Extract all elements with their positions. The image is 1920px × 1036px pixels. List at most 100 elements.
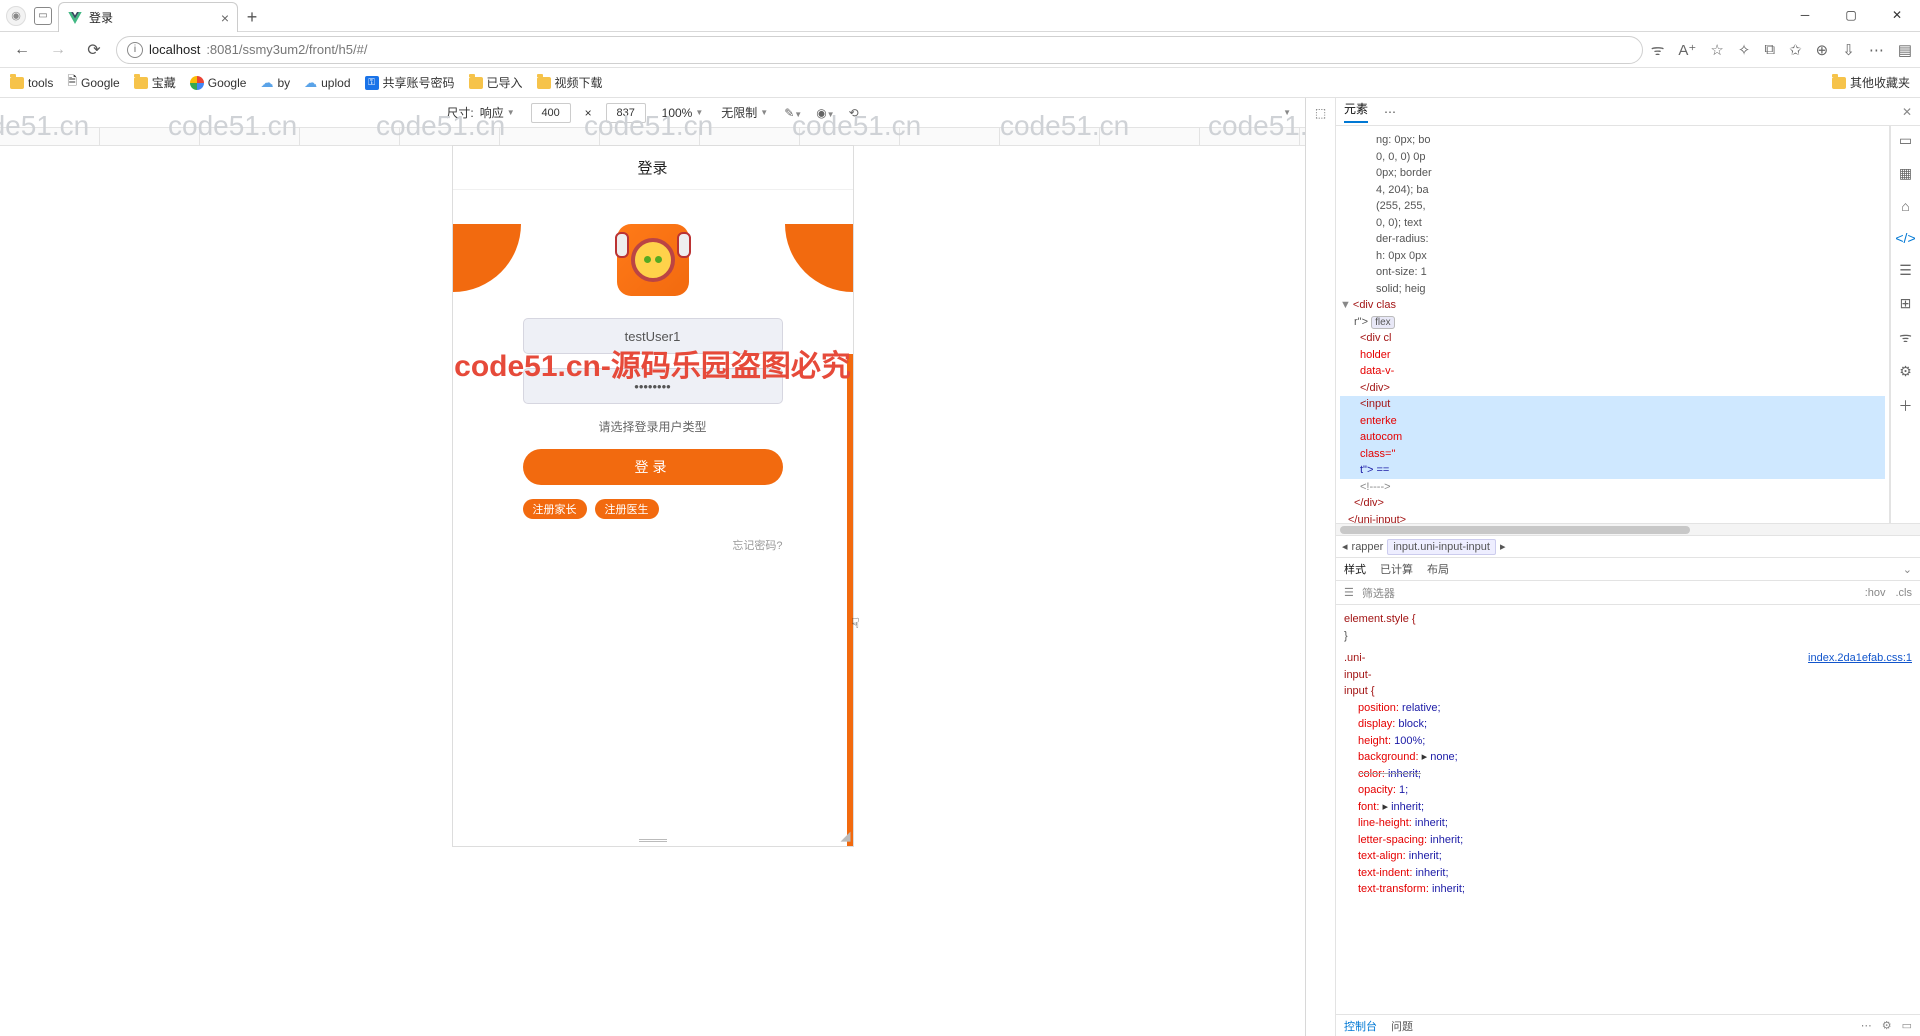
bookmark-upload[interactable]: ☁uplod (304, 75, 350, 91)
styles-pane[interactable]: element.style { } index.2da1efab.css:1 .… (1336, 605, 1920, 1014)
tab-styles[interactable]: 样式 (1344, 561, 1366, 577)
close-tab-icon[interactable]: × (221, 10, 229, 26)
cloud-icon: ☁ (260, 75, 273, 91)
devtools-more-icon[interactable]: ⋯ (1384, 105, 1396, 119)
bookmark-other[interactable]: 其他收藏夹 (1832, 74, 1910, 91)
tab-computed[interactable]: 已计算 (1380, 561, 1413, 577)
width-input[interactable] (531, 103, 571, 123)
devtools-close-icon[interactable]: ✕ (1902, 105, 1912, 119)
responsive-select[interactable]: 响应▼ (478, 104, 517, 121)
throttle-select[interactable]: 无限制▼ (719, 104, 770, 121)
password-input[interactable]: •••••••• (523, 368, 783, 404)
url-input[interactable]: i localhost:8081/ssmy3um2/front/h5/#/ (116, 36, 1643, 64)
rotate-icon[interactable]: ⟲ (849, 106, 859, 120)
inspect-icon[interactable]: ⬚ (1312, 104, 1330, 122)
back-button[interactable]: ← (8, 36, 36, 64)
maximize-button[interactable]: ▢ (1828, 0, 1874, 31)
app-logo (617, 224, 689, 296)
devtools-tabs: 元素 ⋯ ✕ (1336, 98, 1920, 126)
address-bar: ← → ⟳ i localhost:8081/ssmy3um2/front/h5… (0, 32, 1920, 68)
wifi-icon[interactable]: ᯤ (1899, 328, 1912, 347)
toolbar-more-icon[interactable]: ▼ (1283, 108, 1291, 117)
layers-icon[interactable]: ▦ (1899, 165, 1912, 182)
add-tool-icon[interactable]: ＋ (1899, 396, 1913, 416)
tab-elements[interactable]: 元素 (1344, 100, 1368, 123)
device-resize-corner[interactable]: ◢ (841, 828, 851, 844)
tab-title: 登录 (89, 9, 113, 26)
console-settings-icon[interactable]: ⚙ (1882, 1019, 1892, 1032)
console-drawer-tabs: 控制台 问题 ⋯ ⚙ ▭ (1336, 1014, 1920, 1036)
forgot-password-link[interactable]: 忘记密码? (523, 537, 783, 553)
bookmark-google[interactable]: 🗎Google (67, 72, 119, 93)
css-source-link[interactable]: index.2da1efab.css:1 (1808, 650, 1912, 667)
reload-button[interactable]: ⟳ (80, 36, 108, 64)
cloud-icon: ☁ (304, 75, 317, 91)
downloads-icon[interactable]: ⇩ (1842, 41, 1855, 59)
site-info-icon[interactable]: i (127, 42, 143, 58)
workspace-icon[interactable]: ▭ (34, 7, 52, 25)
times-label: × (585, 106, 592, 120)
browser-tab[interactable]: 登录 × (58, 2, 238, 32)
favorite-icon[interactable]: ☆ (1710, 41, 1723, 59)
bookmark-imported[interactable]: 已导入 (469, 74, 523, 91)
minimize-button[interactable]: ─ (1782, 0, 1828, 31)
more-icon[interactable]: ⋯ (1869, 41, 1884, 59)
url-host: localhost (149, 42, 200, 57)
console-more-icon[interactable]: ⋯ (1861, 1019, 1872, 1032)
register-parent-button[interactable]: 注册家长 (523, 499, 587, 519)
shopping-icon[interactable]: ⊕ (1816, 41, 1829, 59)
bookmark-baozang[interactable]: 宝藏 (134, 74, 176, 91)
styles-filter-bar: ☰ 筛选器 :hov .cls (1336, 581, 1920, 605)
decor-corner-tr (785, 224, 853, 292)
app-title: 登录 (453, 146, 853, 190)
styles-expand-icon[interactable]: ⌄ (1903, 563, 1912, 576)
bookmark-share[interactable]: ⚿共享账号密码 (365, 74, 455, 91)
eye-icon[interactable]: ◉▼ (816, 106, 834, 120)
hov-toggle[interactable]: :hov (1865, 587, 1886, 599)
bookmark-by[interactable]: ☁by (260, 75, 290, 91)
text-size-icon[interactable]: A⁺ (1678, 41, 1696, 59)
eyedropper-icon[interactable]: ✎▼ (784, 106, 802, 120)
elements-h-scrollbar[interactable] (1336, 523, 1920, 535)
close-window-button[interactable]: ✕ (1874, 0, 1920, 31)
code-icon[interactable]: </> (1895, 230, 1915, 246)
bookmark-google2[interactable]: Google (190, 76, 247, 90)
bookmark-video[interactable]: 视频下载 (537, 74, 603, 91)
settings-icon[interactable]: ⚙ (1899, 363, 1912, 380)
cls-toggle[interactable]: .cls (1896, 587, 1913, 599)
sidebar-icon[interactable]: ▤ (1898, 41, 1912, 59)
height-input[interactable] (606, 103, 646, 123)
tab-layout[interactable]: 布局 (1427, 561, 1449, 577)
username-input[interactable]: testUser1 (523, 318, 783, 354)
network-icon[interactable]: ⊞ (1900, 295, 1912, 312)
extensions-icon[interactable]: ✧ (1738, 41, 1751, 59)
folder-icon (469, 77, 483, 89)
profile-icon[interactable]: ◉ (6, 6, 26, 26)
console-close-icon[interactable]: ▭ (1902, 1019, 1912, 1032)
filter-input[interactable]: 筛选器 (1362, 585, 1395, 601)
bookmark-tools[interactable]: tools (10, 76, 53, 90)
device-icon[interactable]: ▭ (1899, 132, 1912, 149)
storage-icon[interactable]: ☰ (1899, 262, 1912, 279)
device-stage: 登录 testUser1 •••••••• 请选择登录用户类型 登录 注册 (0, 146, 1305, 1036)
collections-icon[interactable]: ⧉ (1764, 41, 1775, 58)
zoom-select[interactable]: 100%▼ (660, 106, 706, 120)
breadcrumb[interactable]: ◂ rapper input.uni-input-input ▸ (1336, 535, 1920, 557)
read-aloud-icon[interactable]: ᯤ (1651, 40, 1665, 60)
favorites-bar-icon[interactable]: ✩ (1789, 41, 1802, 59)
ruler (0, 128, 1305, 146)
device-resize-bottom[interactable] (639, 839, 667, 842)
page-icon: 🗎 (67, 72, 77, 93)
folder-icon (1832, 77, 1846, 89)
login-button[interactable]: 登录 (523, 449, 783, 485)
elements-tree[interactable]: ng: 0px; bo0, 0, 0) 0p0px; border4, 204)… (1336, 126, 1890, 523)
window-titlebar: ◉ ▭ 登录 × + ─ ▢ ✕ (0, 0, 1920, 32)
new-tab-button[interactable]: + (238, 3, 266, 31)
home-icon[interactable]: ⌂ (1901, 198, 1909, 214)
device-toolbar: 尺寸: 响应▼ × 100%▼ 无限制▼ ✎▼ ◉▼ ⟲ ▼ (0, 98, 1305, 128)
register-doctor-button[interactable]: 注册医生 (595, 499, 659, 519)
tab-console[interactable]: 控制台 (1344, 1018, 1377, 1034)
tab-issues[interactable]: 问题 (1391, 1018, 1413, 1034)
user-type-select[interactable]: 请选择登录用户类型 (523, 418, 783, 435)
filter-icon: ☰ (1344, 586, 1354, 599)
